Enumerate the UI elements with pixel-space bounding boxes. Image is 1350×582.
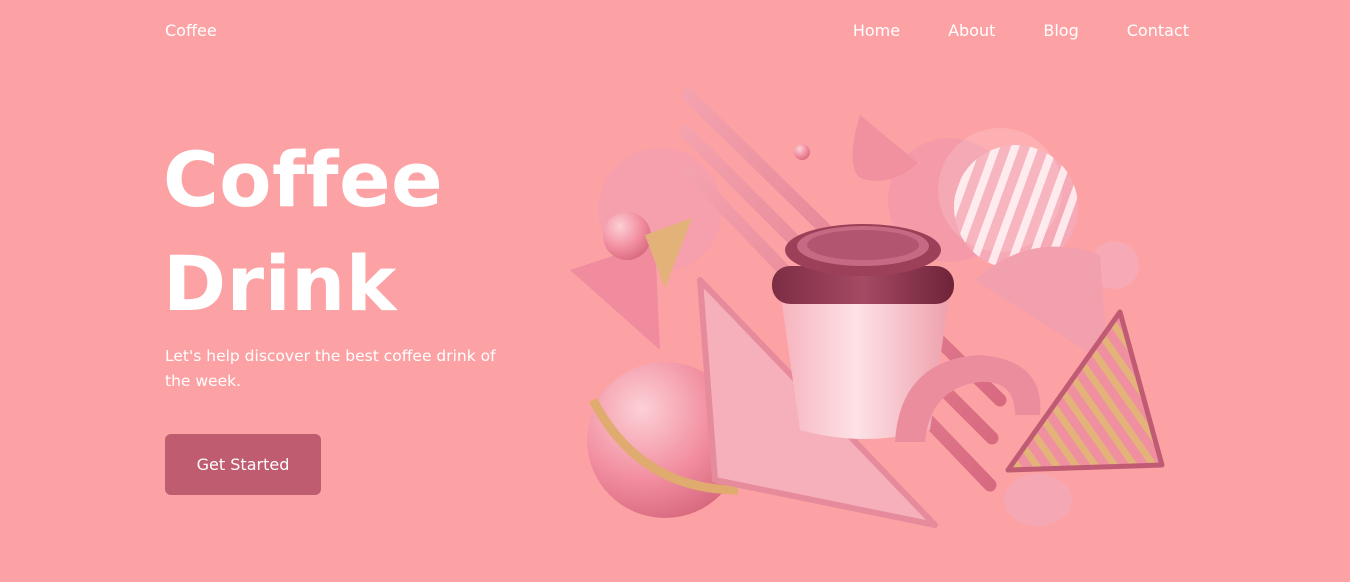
hero-title: Coffee Drink xyxy=(163,128,443,336)
blob-bottom-shape xyxy=(1004,474,1072,526)
nav-link-contact[interactable]: Contact xyxy=(1127,21,1189,40)
hero-title-line-1: Coffee xyxy=(163,135,444,224)
cone-left-shape xyxy=(570,242,660,350)
get-started-button[interactable]: Get Started xyxy=(165,434,321,495)
top-nav: Coffee Home About Blog Contact xyxy=(0,0,1350,64)
ball-left-shape xyxy=(603,212,651,260)
nav-link-blog[interactable]: Blog xyxy=(1043,21,1078,40)
hero-subtitle: Let's help discover the best coffee drin… xyxy=(165,347,496,390)
nav-link-about[interactable]: About xyxy=(948,21,995,40)
nav-menu: Home About Blog Contact xyxy=(853,21,1189,40)
tiny-ball-shape xyxy=(794,144,810,160)
coffee-illustration xyxy=(570,88,1165,528)
nav-link-home[interactable]: Home xyxy=(853,21,900,40)
hero-title-line-2: Drink xyxy=(163,239,397,328)
logo[interactable]: Coffee xyxy=(165,21,217,40)
